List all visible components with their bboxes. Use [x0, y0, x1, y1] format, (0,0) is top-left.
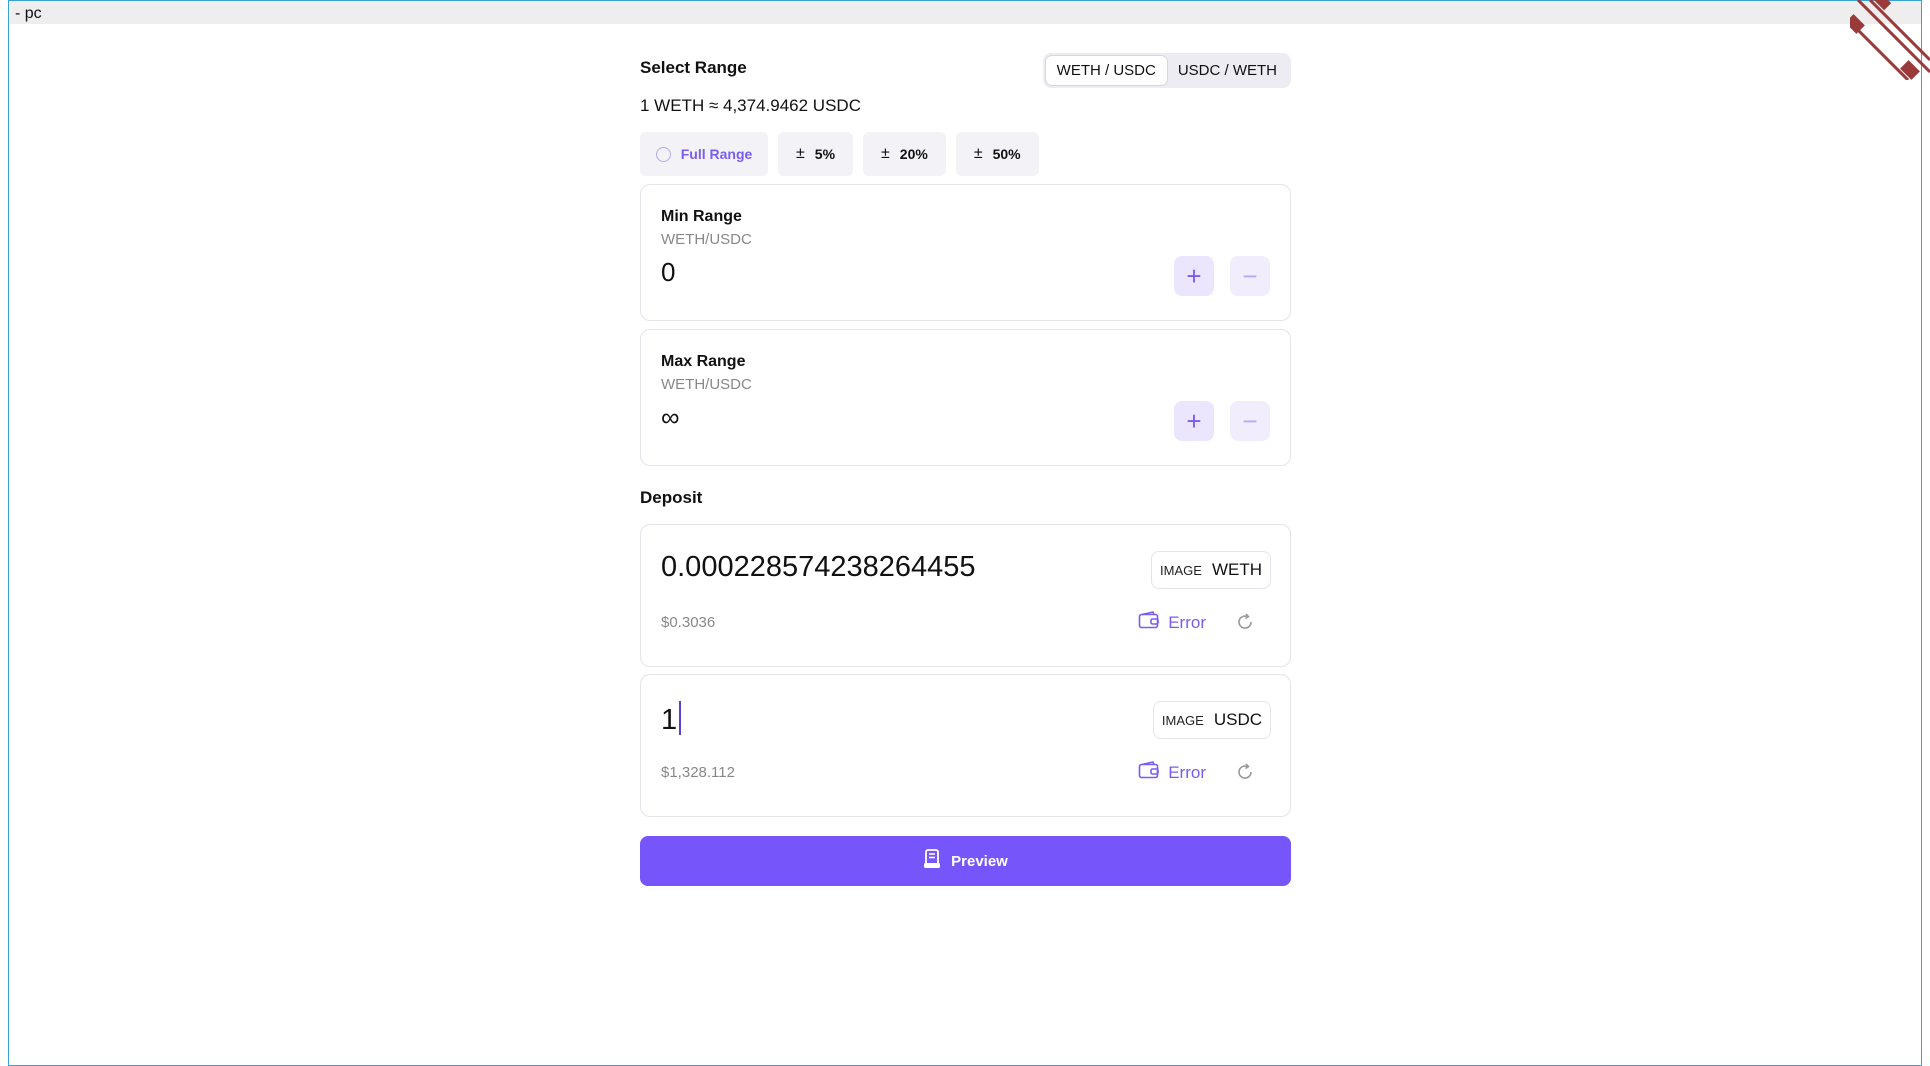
- usdc-balance-label: Error: [1168, 762, 1206, 782]
- usdc-refresh-button[interactable]: [1236, 763, 1254, 786]
- usdc-amount-input[interactable]: 1: [661, 701, 682, 737]
- weth-usd-value: $0.3036: [661, 614, 716, 631]
- preview-button[interactable]: Preview: [640, 836, 1291, 886]
- range-5-label: 5%: [814, 146, 836, 162]
- range-5-button[interactable]: ± 5%: [778, 132, 854, 176]
- deposit-title: Deposit: [640, 488, 703, 507]
- range-20-label: 20%: [899, 146, 928, 162]
- weth-token-image: IMAGE: [1160, 562, 1202, 578]
- min-range-card: Min Range WETH/USDC 0 + −: [640, 184, 1291, 321]
- range-20-button[interactable]: ± 20%: [863, 132, 946, 176]
- refresh-icon: [1236, 613, 1254, 635]
- refresh-icon: [1236, 763, 1254, 785]
- minus-icon: −: [1242, 260, 1258, 291]
- pair-toggle: WETH / USDC USDC / WETH: [1042, 53, 1291, 88]
- range-presets: Full Range ± 5% ± 20% ± 50%: [640, 132, 1291, 176]
- plus-icon: +: [1186, 405, 1202, 436]
- minus-icon: −: [1242, 405, 1258, 436]
- range-50-label: 50%: [992, 146, 1021, 162]
- deposit-weth-card: 0.000228574238264455 IMAGE WETH $0.3036 …: [640, 524, 1291, 667]
- min-range-label: Min Range: [661, 208, 742, 225]
- weth-balance-label: Error: [1168, 612, 1206, 632]
- select-range-title: Select Range: [640, 58, 747, 77]
- weth-token-selector[interactable]: IMAGE WETH: [1151, 551, 1271, 589]
- full-range-label: Full Range: [680, 146, 753, 162]
- max-range-increment-button[interactable]: +: [1174, 401, 1214, 441]
- weth-amount-input[interactable]: 0.000228574238264455: [661, 551, 976, 584]
- plus-minus-icon: ±: [973, 145, 983, 162]
- corner-ribbon-icon: [1850, 0, 1930, 80]
- liquidity-panel: Select Range WETH / USDC USDC / WETH 1 W…: [640, 50, 1291, 886]
- usdc-usd-value: $1,328.112: [661, 764, 735, 781]
- usdc-balance-button[interactable]: Error: [1138, 761, 1206, 784]
- exchange-rate: 1 WETH ≈ 4,374.9462 USDC: [640, 96, 861, 115]
- select-range-header: Select Range WETH / USDC USDC / WETH: [640, 50, 1291, 88]
- wallet-icon: [1138, 611, 1160, 634]
- max-range-card: Max Range WETH/USDC ∞ + −: [640, 329, 1291, 466]
- weth-refresh-button[interactable]: [1236, 613, 1254, 636]
- pair-option-weth-usdc[interactable]: WETH / USDC: [1045, 56, 1167, 85]
- max-range-label: Max Range: [661, 353, 746, 370]
- deposit-usdc-card: 1 IMAGE USDC $1,328.112 Error: [640, 674, 1291, 817]
- plus-icon: +: [1186, 260, 1202, 291]
- preview-label: Preview: [951, 852, 1008, 870]
- min-range-decrement-button[interactable]: −: [1230, 256, 1270, 296]
- plus-minus-icon: ±: [881, 145, 890, 162]
- min-range-input[interactable]: 0: [661, 257, 675, 288]
- max-range-pair: WETH/USDC: [661, 376, 752, 393]
- wallet-icon: [1138, 761, 1160, 784]
- full-range-button[interactable]: Full Range: [640, 132, 768, 176]
- preview-icon: [923, 849, 941, 873]
- weth-balance-button[interactable]: Error: [1138, 611, 1206, 634]
- plus-minus-icon: ±: [796, 145, 805, 162]
- radio-icon: [655, 146, 671, 162]
- min-range-pair: WETH/USDC: [661, 231, 752, 248]
- text-cursor: [679, 701, 682, 735]
- max-range-input[interactable]: ∞: [661, 402, 680, 433]
- usdc-token-image: IMAGE: [1161, 712, 1204, 728]
- weth-token-symbol: WETH: [1211, 560, 1262, 579]
- range-50-button[interactable]: ± 50%: [955, 132, 1039, 176]
- usdc-token-selector[interactable]: IMAGE USDC: [1152, 701, 1271, 739]
- max-range-decrement-button[interactable]: −: [1230, 401, 1270, 441]
- min-range-increment-button[interactable]: +: [1174, 256, 1214, 296]
- usdc-token-symbol: USDC: [1213, 710, 1262, 729]
- pair-option-usdc-weth[interactable]: USDC / WETH: [1167, 56, 1288, 85]
